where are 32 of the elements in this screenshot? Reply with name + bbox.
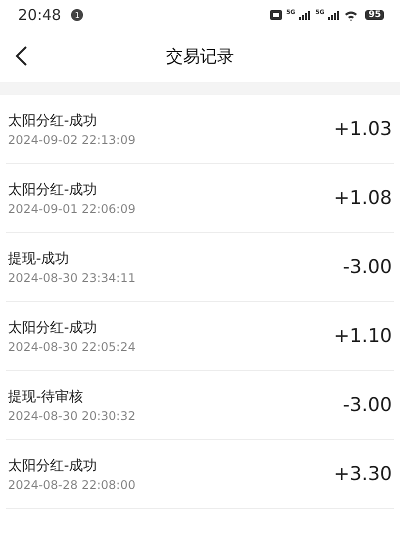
transaction-time: 2024-09-02 22:13:09 <box>8 132 136 146</box>
transaction-row[interactable]: 太阳分红-成功 2024-09-02 22:13:09 +1.03 <box>6 95 394 164</box>
transaction-time: 2024-08-28 22:08:00 <box>8 478 136 492</box>
transaction-title: 太阳分红-成功 <box>8 180 98 198</box>
transaction-time: 2024-08-30 22:05:24 <box>8 340 136 354</box>
transaction-title: 提现-成功 <box>8 250 70 268</box>
transaction-row[interactable]: 提现-成功 2024-08-30 23:34:11 -3.00 <box>6 233 394 302</box>
transaction-time: 2024-08-30 23:34:11 <box>8 270 136 284</box>
transaction-amount: +1.08 <box>334 187 392 209</box>
transaction-title: 太阳分红-成功 <box>8 456 98 474</box>
transaction-amount: +1.03 <box>334 118 392 140</box>
notification-badge: 1 <box>71 9 84 21</box>
transaction-title: 提现-待审核 <box>8 388 84 406</box>
signal-icon <box>328 10 340 20</box>
page-title: 交易记录 <box>166 46 234 68</box>
transaction-amount: -3.00 <box>342 256 392 278</box>
transaction-title: 太阳分红-成功 <box>8 318 98 336</box>
transaction-time: 2024-09-01 22:06:09 <box>8 202 136 216</box>
transaction-amount: +1.10 <box>334 325 392 347</box>
transaction-amount: -3.00 <box>342 394 392 416</box>
signal-icon <box>299 10 312 20</box>
transaction-row[interactable]: 太阳分红-成功 2024-09-01 22:06:09 +1.08 <box>6 164 394 233</box>
transaction-row[interactable]: 提现-待审核 2024-08-30 20:30:32 -3.00 <box>6 371 394 440</box>
transaction-title: 太阳分红-成功 <box>8 112 98 130</box>
transaction-time: 2024-08-30 20:30:32 <box>8 408 136 422</box>
transaction-amount: +3.30 <box>334 463 392 485</box>
wifi-icon <box>344 10 358 20</box>
transaction-row[interactable]: 太阳分红-成功 2024-08-28 22:08:00 +3.30 <box>6 440 394 509</box>
battery-level: 95 <box>365 10 384 20</box>
status-time: 20:48 <box>18 6 62 24</box>
transaction-row[interactable]: 太阳分红-成功 2024-08-30 22:05:24 +1.10 <box>6 302 394 371</box>
back-icon[interactable] <box>14 45 28 67</box>
